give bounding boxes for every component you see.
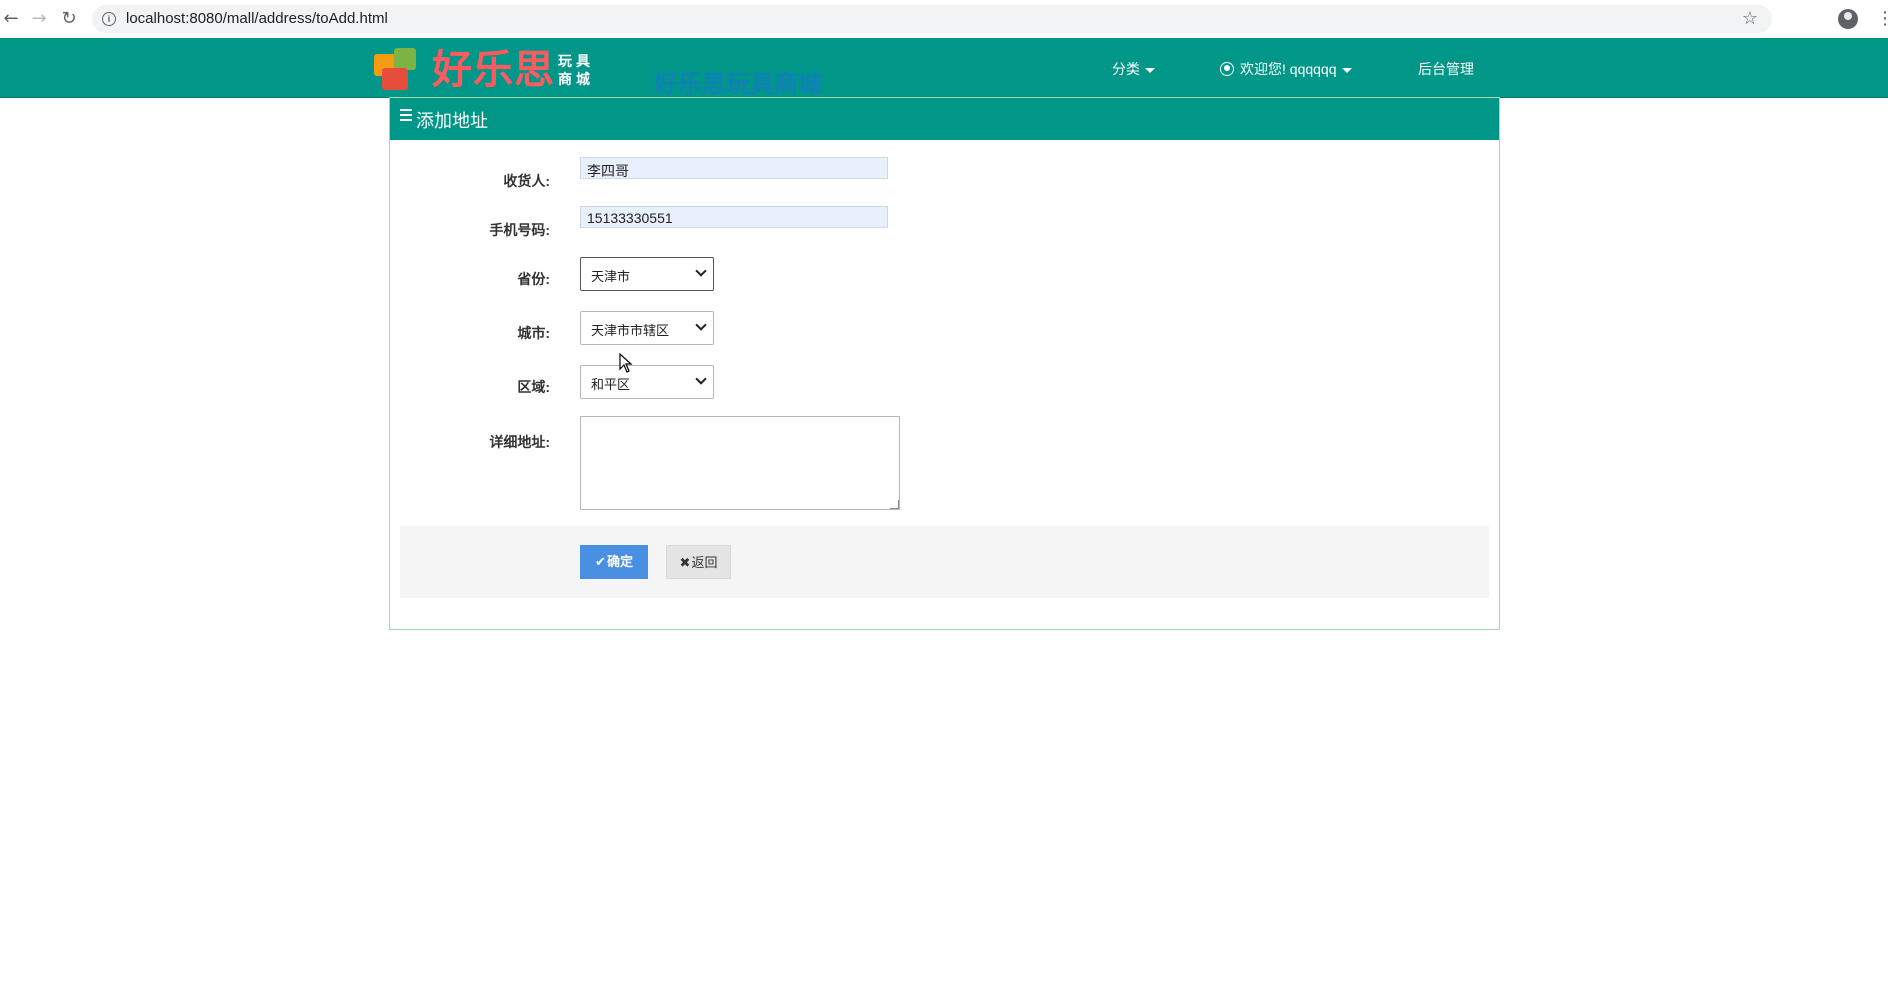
logo-name: 好乐思 [432,48,555,92]
list-icon [400,109,412,123]
back-label: 返回 [691,555,718,570]
nav-category-dropdown[interactable]: 分类 [1112,59,1155,79]
browser-toolbar: ← → ↻ i localhost:8080/mall/address/toAd… [0,0,1888,39]
province-select[interactable]: 天津市 [580,257,714,291]
chevron-down-icon [695,373,707,385]
add-address-panel: 添加地址 收货人: 李四哥 手机号码: 15133330551 省份: 天津市 … [389,97,1500,630]
confirm-label: 确定 [606,554,633,569]
phone-input[interactable]: 15133330551 [580,206,888,228]
city-label: 城市: [517,325,550,341]
confirm-button[interactable]: ✔确定 [580,545,648,579]
check-icon: ✔ [595,555,606,570]
resize-grip-icon[interactable] [890,500,899,509]
profile-avatar-icon[interactable] [1838,9,1858,29]
chevron-down-icon [695,319,707,331]
close-icon: ✖ [679,556,691,571]
reload-icon[interactable]: ↻ [58,8,80,30]
district-label: 区域: [517,379,550,395]
phone-label: 手机号码: [489,222,550,238]
panel-title: 添加地址 [416,111,488,131]
caret-down-icon [1145,67,1155,73]
nav-category-label: 分类 [1112,61,1140,77]
nav-user-dropdown[interactable]: 欢迎您! qqqqqq [1220,59,1352,79]
logo-subtitle: 玩具商城 [558,53,594,87]
city-select[interactable]: 天津市市辖区 [580,311,714,345]
mouse-cursor-icon [619,352,633,373]
nav-user-label: 欢迎您! qqqqqq [1240,61,1337,77]
city-selected-value: 天津市市辖区 [591,323,670,338]
back-button[interactable]: ✖返回 [666,545,731,579]
address-bar[interactable]: i localhost:8080/mall/address/toAdd.html… [92,5,1772,33]
detail-address-label: 详细地址: [489,434,550,450]
caret-down-icon [1341,67,1352,73]
receiver-label: 收货人: [503,173,550,189]
user-circle-icon [1220,62,1234,76]
site-header: 好乐思 玩具商城 好乐思玩具商城 分类 欢迎您! qqqqqq 后台管理 [0,38,1888,98]
info-icon[interactable]: i [102,12,116,26]
form-action-bar: ✔确定 ✖返回 [400,526,1489,598]
receiver-input[interactable]: 李四哥 [580,157,888,179]
province-label: 省份: [517,271,550,287]
province-selected-value: 天津市 [591,269,631,284]
bookmark-star-icon[interactable]: ☆ [1742,8,1758,29]
back-arrow-icon[interactable]: ← [0,8,22,30]
browser-menu-icon[interactable]: ⋮ [1876,8,1888,29]
district-selected-value: 和平区 [591,377,631,392]
chevron-down-icon [695,265,707,277]
detail-address-textarea[interactable] [580,416,900,510]
header-slogan: 好乐思玩具商城 [654,71,822,98]
district-select[interactable]: 和平区 [580,365,714,399]
logo-mark-icon [372,44,422,92]
nav-admin-link[interactable]: 后台管理 [1418,59,1474,79]
url-text[interactable]: localhost:8080/mall/address/toAdd.html [126,10,388,27]
forward-arrow-icon[interactable]: → [28,8,50,30]
panel-header: 添加地址 [390,98,1499,140]
